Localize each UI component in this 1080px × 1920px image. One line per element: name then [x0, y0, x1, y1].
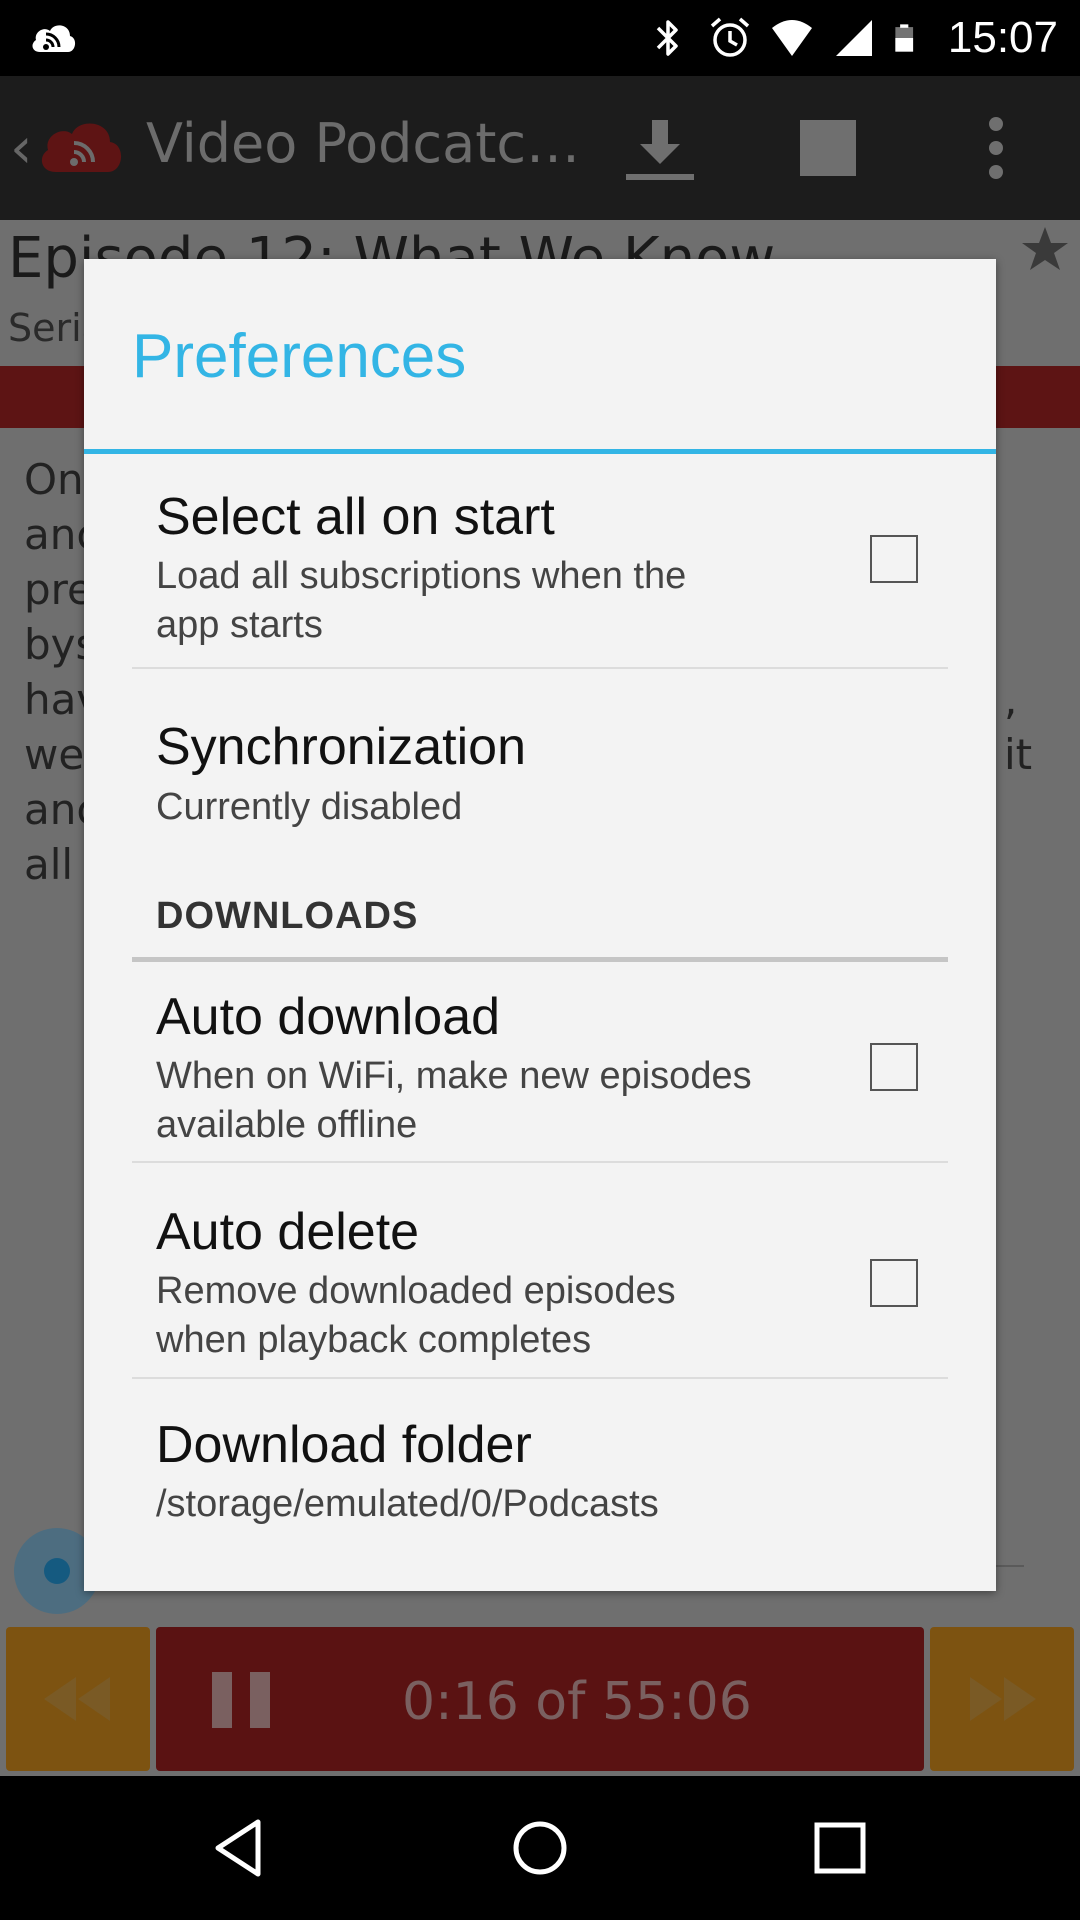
status-bar: 15:07: [0, 0, 1080, 76]
pref-title: Auto delete: [156, 1203, 420, 1261]
app-title: Video Podcatc…: [146, 112, 581, 175]
star-icon[interactable]: [1020, 224, 1070, 274]
description-line: hav: [24, 675, 88, 724]
auto-delete-checkbox[interactable]: [870, 1259, 918, 1307]
preferences-dialog: Preferences Select all on start Load all…: [84, 259, 996, 1591]
action-bar: ‹ Video Podcatc…: [0, 76, 1080, 220]
wifi-icon: [771, 20, 812, 56]
screen: 15:07 ‹ Video Podcatc… Episode 12: What …: [0, 0, 1080, 1920]
description-line: anc: [24, 785, 88, 834]
pref-title: Download folder: [156, 1416, 532, 1474]
description-line: bys: [24, 620, 88, 669]
dialog-title-divider: [84, 449, 996, 454]
description-fragment: ,: [1004, 675, 1018, 724]
pref-auto-download[interactable]: Auto download When on WiFi, make new epi…: [132, 963, 948, 1191]
back-chevron-icon[interactable]: ‹: [10, 116, 32, 181]
pref-summary: When on WiFi, make new episodes availabl…: [156, 1055, 752, 1146]
nav-home-icon[interactable]: [508, 1816, 572, 1880]
navigation-bar: [0, 1776, 1080, 1920]
overflow-menu-icon[interactable]: [986, 116, 1006, 180]
bluetooth-icon: [656, 20, 678, 56]
description-line: On: [24, 455, 84, 504]
playback-time: 0:16 of 55:06: [402, 1672, 752, 1732]
download-icon[interactable]: [622, 116, 698, 182]
auto-download-checkbox[interactable]: [870, 1043, 918, 1091]
fast-forward-icon: [970, 1677, 1036, 1721]
pref-download-folder[interactable]: Download folder /storage/emulated/0/Podc…: [132, 1379, 948, 1579]
dialog-title: Preferences: [132, 322, 467, 391]
description-fragment: it: [1004, 730, 1033, 779]
pref-title: Synchronization: [156, 718, 526, 776]
description-line: anc: [24, 510, 88, 559]
pref-select-all-on-start[interactable]: Select all on start Load all subscriptio…: [132, 455, 948, 683]
select-all-checkbox[interactable]: [870, 535, 918, 583]
cast-icon: [32, 25, 76, 52]
fast-forward-button[interactable]: [930, 1627, 1074, 1771]
category-divider: [132, 957, 948, 962]
battery-icon: [895, 24, 913, 52]
description-line: we: [24, 730, 85, 779]
divider: [132, 667, 948, 669]
stop-icon[interactable]: [800, 120, 856, 176]
description-left-fragments: On anc pre bys hav we anc all: [24, 452, 88, 892]
nav-recents-icon[interactable]: [808, 1816, 872, 1880]
pref-title: Select all on start: [156, 488, 555, 546]
description-line: pre: [24, 565, 88, 614]
nav-back-icon[interactable]: [208, 1816, 272, 1880]
pref-summary: Load all subscriptions when the app star…: [156, 555, 687, 646]
pref-summary: Remove downloaded episodes when playback…: [156, 1270, 676, 1361]
pref-title: Auto download: [156, 988, 501, 1046]
podcast-logo-icon[interactable]: [36, 114, 132, 184]
pref-summary: /storage/emulated/0/Podcasts: [156, 1483, 659, 1525]
pause-icon: [212, 1672, 270, 1728]
pref-auto-delete[interactable]: Auto delete Remove downloaded episodes w…: [132, 1163, 948, 1391]
clock: 15:07: [947, 13, 1058, 62]
pref-synchronization[interactable]: Synchronization Currently disabled: [132, 683, 948, 853]
category-downloads: DOWNLOADS: [156, 895, 419, 937]
rewind-icon: [44, 1677, 110, 1721]
description-line: all: [24, 840, 74, 889]
signal-icon: [835, 20, 872, 56]
pref-summary: Currently disabled: [156, 786, 463, 828]
rewind-button[interactable]: [6, 1627, 150, 1771]
alarm-icon: [710, 17, 750, 57]
